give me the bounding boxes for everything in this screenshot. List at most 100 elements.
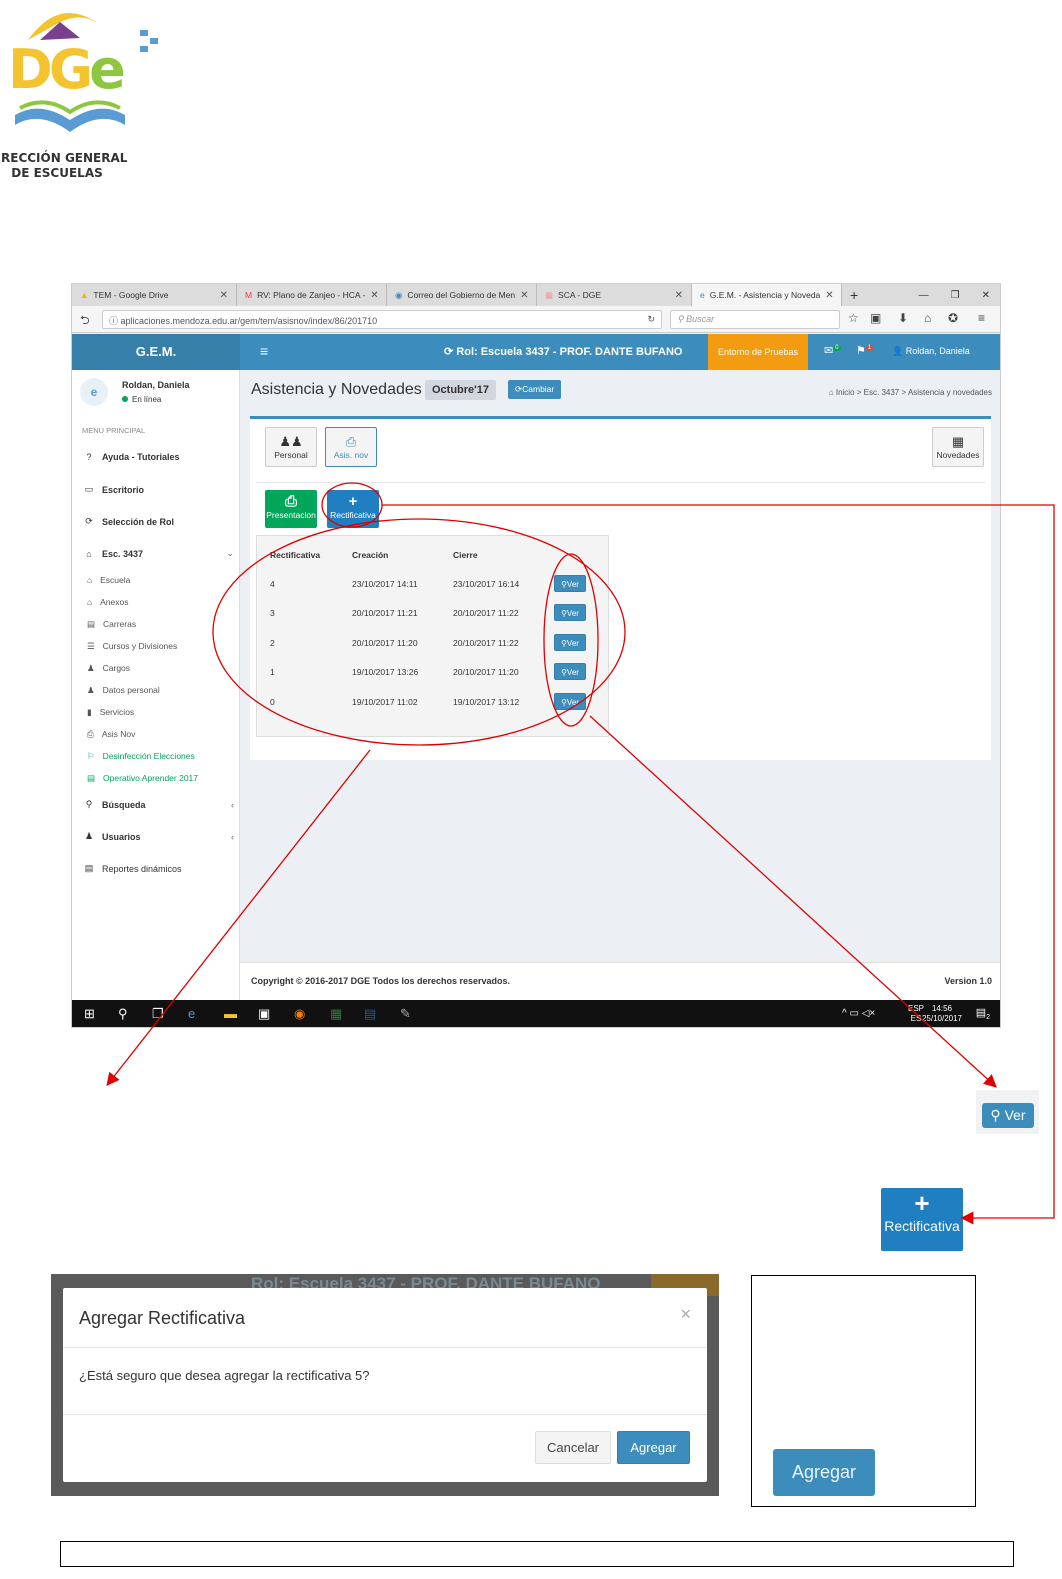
- chevron-left-icon: ‹: [231, 831, 234, 842]
- close-icon[interactable]: ×: [680, 1304, 691, 1325]
- ver-button[interactable]: ⚲ Ver: [982, 1103, 1034, 1128]
- close-icon[interactable]: ✕: [370, 290, 378, 301]
- app-brand[interactable]: G.E.M.: [72, 334, 240, 370]
- firefox-icon[interactable]: ◉: [294, 1006, 305, 1022]
- search-input[interactable]: ⚲ Buscar: [670, 310, 840, 329]
- back-icon[interactable]: ⮌: [80, 311, 90, 332]
- asis-nov-button[interactable]: ⎙ Asis. nov: [325, 427, 377, 467]
- close-icon[interactable]: ✕: [220, 290, 228, 301]
- tab-bar: ▲ TEM - Google Drive ✕ M RV: Plano de Zanje…: [72, 284, 1000, 306]
- browser-tab[interactable]: ▲ TEM - Google Drive ✕: [72, 284, 237, 306]
- plus-icon: +: [348, 493, 358, 510]
- sidebar-item-esc[interactable]: ⌂ Esc. 3437 ⌄: [84, 548, 234, 559]
- personal-button[interactable]: ♟♟ Personal: [265, 427, 317, 467]
- hamburger-icon[interactable]: ≡: [260, 343, 268, 359]
- rectificativa-button[interactable]: + Rectificativa: [327, 490, 379, 528]
- users-icon: ♟♟: [279, 434, 303, 449]
- novedades-button[interactable]: ▦ Novedades: [932, 427, 984, 467]
- store-icon[interactable]: ▣: [258, 1006, 270, 1022]
- sidebar-sub-carreras[interactable]: ▤ Carreras: [87, 619, 136, 630]
- browser-tab[interactable]: M RV: Plano de Zanjeo - HCA - ✕: [237, 284, 387, 306]
- maximize-icon[interactable]: ❐: [951, 290, 960, 301]
- close-icon[interactable]: ✕: [825, 290, 833, 301]
- edge-icon[interactable]: e: [188, 1006, 195, 1021]
- sidebar-sub-anexos[interactable]: ⌂ Anexos: [87, 597, 129, 607]
- close-window-icon[interactable]: ✕: [982, 290, 990, 301]
- user-menu[interactable]: 👤 Roldan, Daniela: [892, 346, 970, 357]
- menu-icon[interactable]: ≡: [978, 311, 985, 325]
- windows-start-icon[interactable]: ⊞: [84, 1006, 95, 1022]
- sidebar-sub-operativo[interactable]: ▤ Operativo Aprender 2017: [87, 773, 198, 784]
- extension-icon[interactable]: ✪: [948, 311, 958, 325]
- sidebar-sub-servicios[interactable]: ▮ Servicios: [87, 707, 134, 718]
- bookmark-icon: ▮: [87, 707, 92, 717]
- browser-tab-active[interactable]: e G.E.M. - Asistencia y Noveda ✕: [692, 284, 842, 306]
- sidebar-sub-escuela[interactable]: ⌂ Escuela: [87, 575, 130, 585]
- flag-icon[interactable]: ⚑ 1: [856, 344, 874, 357]
- sidebar-item-ayuda[interactable]: ? Ayuda - Tutoriales: [84, 452, 234, 462]
- reload-icon[interactable]: ↻: [647, 314, 655, 325]
- url-field[interactable]: ⓘ aplicaciones.mendoza.edu.ar/gem/tem/as…: [102, 310, 662, 329]
- rectificativa-button-zoom[interactable]: + Rectificativa: [881, 1188, 963, 1251]
- book-icon: ▤: [87, 619, 96, 629]
- paint-icon[interactable]: ✎: [400, 1006, 411, 1022]
- star-icon[interactable]: ☆: [848, 311, 859, 325]
- grid-icon: ▦: [545, 289, 554, 300]
- user-icon: ♟: [84, 831, 94, 841]
- sidebar-item-escritorio[interactable]: ▭ Escritorio: [84, 484, 234, 495]
- minimize-icon[interactable]: —: [919, 290, 929, 301]
- clipboard-icon[interactable]: ▣: [870, 311, 881, 325]
- sidebar-item-seleccion-rol[interactable]: ⟳ Selección de Rol: [84, 516, 234, 527]
- cancel-button[interactable]: Cancelar: [535, 1431, 611, 1464]
- agregar-button-zoom[interactable]: Agregar: [773, 1449, 875, 1496]
- modal-message: ¿Está seguro que desea agregar la rectif…: [79, 1368, 370, 1383]
- sidebar-sub-cursos[interactable]: ☰ Cursos y Divisiones: [87, 641, 177, 652]
- sidebar-sub-datos-personal[interactable]: ♟ Datos personal: [87, 685, 160, 696]
- sidebar-item-usuarios[interactable]: ♟ Usuarios ‹: [84, 831, 234, 842]
- close-icon[interactable]: ✕: [675, 290, 683, 301]
- folder-icon[interactable]: ▬: [224, 1006, 237, 1021]
- envelope-icon[interactable]: ✉ 0: [824, 344, 841, 357]
- home-icon[interactable]: ⌂: [924, 311, 931, 325]
- rol-label[interactable]: ⟳ Rol: Escuela 3437 - PROF. DANTE BUFANO: [444, 345, 682, 358]
- cambiar-button[interactable]: ⟳Cambiar: [508, 380, 562, 399]
- ver-button[interactable]: ⚲Ver: [554, 634, 586, 651]
- download-icon[interactable]: ⬇: [898, 311, 908, 325]
- sidebar-user-name: Roldan, Daniela: [122, 380, 190, 390]
- flag-icon: ⚐: [87, 751, 95, 761]
- avatar: e: [80, 378, 108, 406]
- presentacion-button[interactable]: ⎙ Presentacion: [265, 490, 317, 528]
- search-icon[interactable]: ⚲: [118, 1006, 128, 1022]
- page-title: Asistencia y Novedades: [251, 381, 422, 398]
- laptop-icon: ▭: [84, 484, 94, 494]
- app-header: G.E.M. ≡ ⟳ Rol: Escuela 3437 - PROF. DAN…: [72, 334, 1000, 370]
- status-dot-icon: [122, 396, 128, 402]
- sidebar-sub-cargos[interactable]: ♟ Cargos: [87, 663, 130, 674]
- ver-button[interactable]: ⚲Ver: [554, 663, 586, 680]
- ver-button[interactable]: ⚲Ver: [554, 575, 586, 592]
- word-icon[interactable]: ▤: [364, 1006, 376, 1022]
- new-tab-button[interactable]: +: [842, 284, 866, 306]
- browser-tab[interactable]: ▦ SCA - DGE ✕: [537, 284, 692, 306]
- ver-button[interactable]: ⚲Ver: [554, 693, 586, 710]
- users-icon: ♟: [87, 663, 95, 673]
- agregar-button[interactable]: Agregar: [617, 1431, 690, 1464]
- sidebar-item-busqueda[interactable]: ⚲ Búsqueda ‹: [84, 799, 234, 810]
- agregar-rectificativa-modal: Agregar Rectificativa × ¿Está seguro que…: [63, 1288, 707, 1482]
- excel-icon[interactable]: ▦: [330, 1006, 342, 1022]
- sidebar-item-reportes[interactable]: ▤ Reportes dinámicos: [84, 863, 234, 874]
- system-tray-icon[interactable]: ^ ▭ ◁×: [842, 1008, 875, 1019]
- browser-screenshot: ▲ TEM - Google Drive ✕ M RV: Plano de Zanje…: [71, 283, 1001, 1028]
- table-header: Rectificativa: [270, 550, 321, 560]
- task-view-icon[interactable]: ❐: [152, 1006, 164, 1022]
- browser-tab[interactable]: ◉ Correo del Gobierno de Men ✕: [387, 284, 537, 306]
- notification-icon[interactable]: ▤2: [976, 1006, 990, 1021]
- dge-logo: DGe DIRECCIÓN GENERAL DE ESCUELAS: [0, 0, 170, 185]
- sidebar-sub-asis-nov[interactable]: ⎙ Asis Nov: [87, 729, 135, 740]
- sidebar-sub-desinfeccion[interactable]: ⚐ Desinfección Elecciones: [87, 751, 195, 762]
- logo-line2: DE ESCUELAS: [11, 166, 103, 180]
- clock[interactable]: 14:56 25/10/2017: [922, 1004, 962, 1024]
- close-icon[interactable]: ✕: [520, 290, 528, 301]
- ver-button[interactable]: ⚲Ver: [554, 604, 586, 621]
- online-status: En línea: [122, 395, 161, 404]
